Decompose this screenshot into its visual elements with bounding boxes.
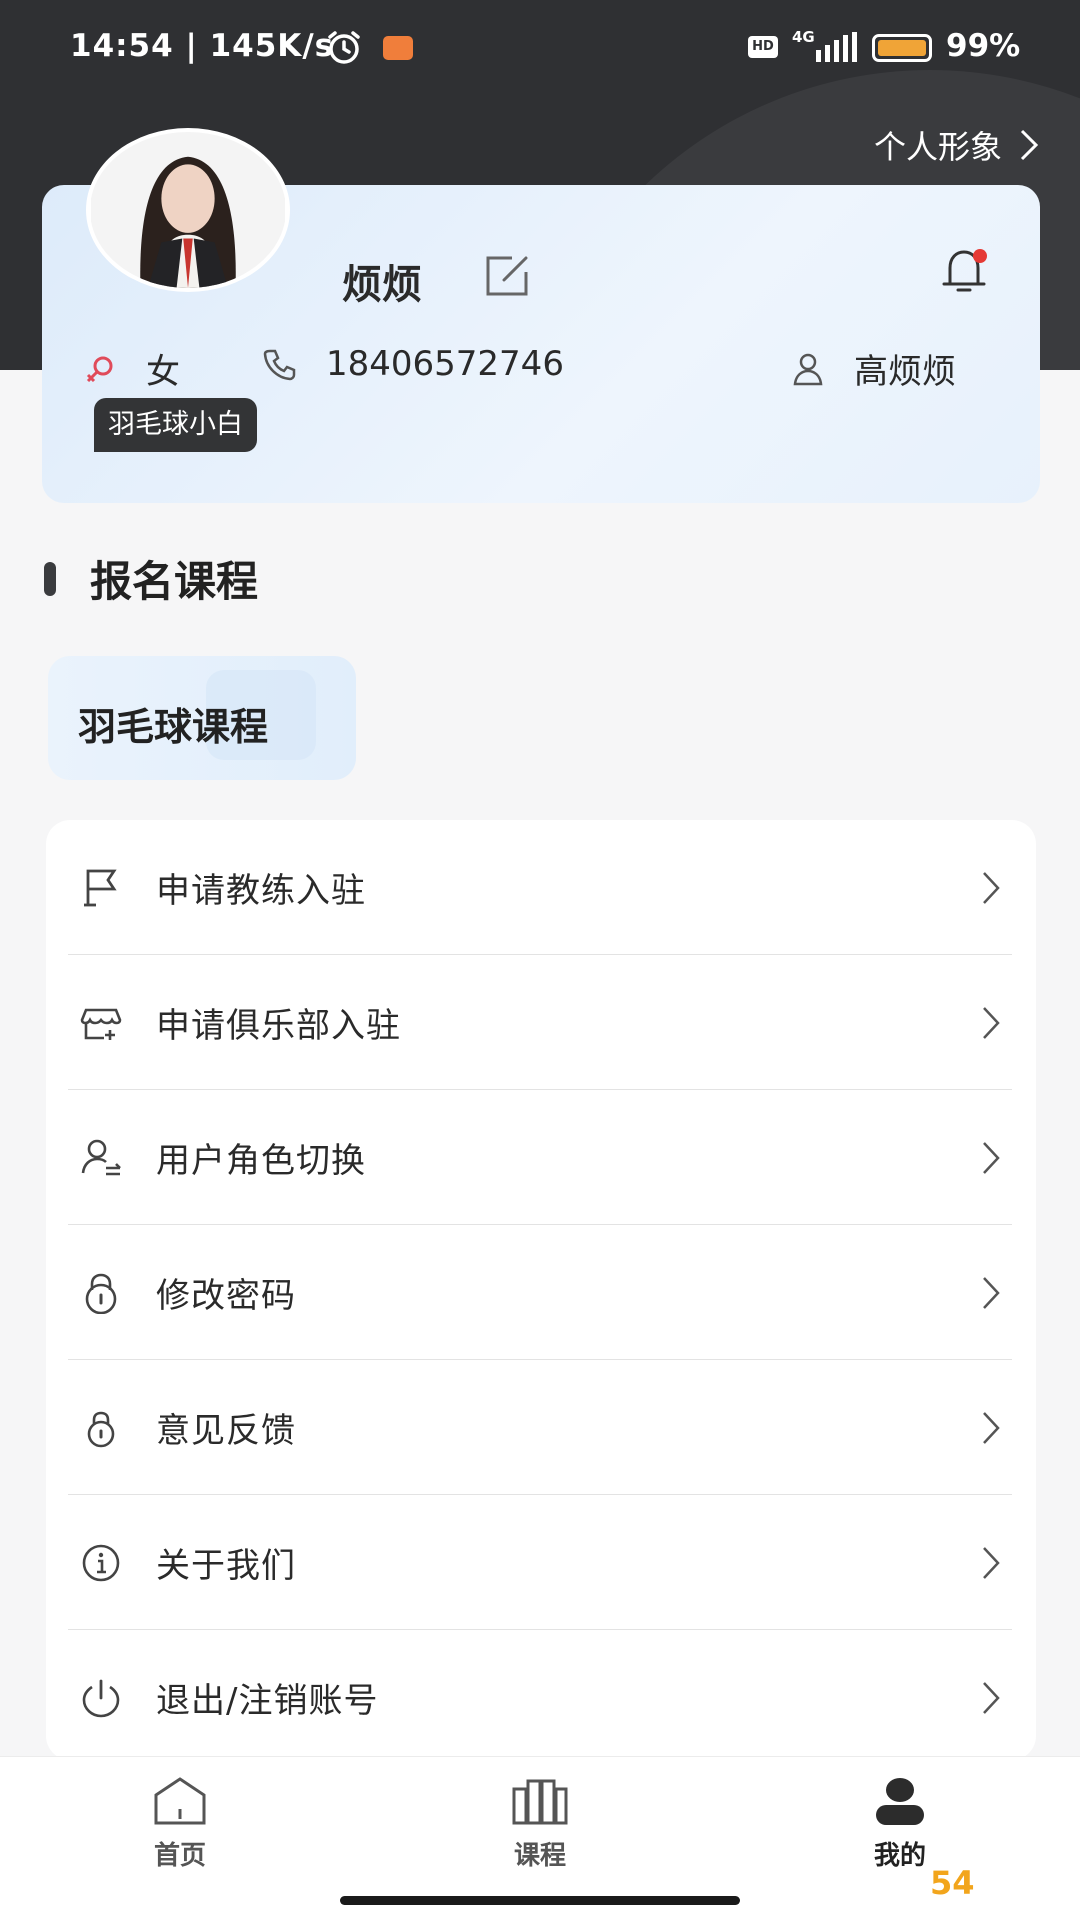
course-card-label: 羽毛球课程 [78,705,269,749]
menu-item-label: 用户角色切换 [156,1141,366,1181]
chevron-right-icon [983,1681,1000,1714]
section-heading: 报名课程 [44,548,258,609]
status-bar: 14:54 | 145K/s HD 4G 99% [0,0,1080,96]
menu-item-label: 退出/注销账号 [156,1681,379,1721]
status-time: 14:54 | 145K/s [70,28,335,64]
avatar[interactable] [86,128,290,292]
nav-item-home[interactable]: 首页 [110,1775,250,1872]
chevron-right-icon [983,1546,1000,1579]
personal-image-link[interactable]: 个人形象 [874,122,1042,168]
chevron-right-icon [983,1276,1000,1309]
feedback-icon [87,1411,115,1447]
chevron-right-icon [983,1141,1000,1174]
phone-icon [263,349,296,381]
bell-icon[interactable] [936,246,992,296]
flag-icon [84,869,117,906]
watermark-logo: 54 [930,1864,975,1902]
power-icon [82,1679,120,1717]
menu-item-label: 申请教练入驻 [156,871,366,911]
phone-info: 18406572746 [262,344,564,384]
notification-dot [973,249,987,263]
app-notification-icon [383,36,413,60]
nav-item-label: 首页 [153,1841,206,1871]
menu-card: 申请教练入驻 申请俱乐部入驻 用户角色切换 修改密码 意见反馈 关于我们 退出/… [46,820,1036,1760]
female-icon [86,356,113,382]
nav-item-mine[interactable]: 我的 [830,1775,970,1872]
battery-percent: 99% [946,28,1021,64]
menu-item-label: 申请俱乐部入驻 [156,1006,401,1046]
menu-item-coach-apply[interactable]: 申请教练入驻 [68,820,1012,955]
menu-item-label: 修改密码 [156,1276,296,1316]
nav-item-label: 我的 [873,1841,926,1871]
home-icon [154,1777,206,1825]
nav-item-label: 课程 [513,1841,566,1871]
phone-number: 18406572746 [326,344,564,384]
menu-item-change-password[interactable]: 修改密码 [68,1225,1012,1360]
section-bar [44,561,56,596]
menu-item-club-apply[interactable]: 申请俱乐部入驻 [68,955,1012,1090]
chevron-right-icon [983,1411,1000,1444]
gender-label: 女 [146,352,180,392]
gender-info: 女 [84,344,180,393]
menu-item-feedback[interactable]: 意见反馈 [68,1360,1012,1495]
section-title: 报名课程 [90,557,259,606]
menu-item-label: 意见反馈 [156,1411,296,1451]
menu-item-logout[interactable]: 退出/注销账号 [68,1630,1012,1765]
menu-item-about-us[interactable]: 关于我们 [68,1495,1012,1630]
menu-item-label: 关于我们 [156,1546,296,1586]
course-card[interactable]: 羽毛球课程 [48,656,356,780]
user-switch-icon [81,1139,121,1175]
avatar-photo [90,132,286,288]
books-icon [512,1779,568,1825]
chevron-right-icon [983,1006,1000,1039]
edit-icon[interactable] [482,254,532,298]
home-indicator [340,1896,740,1905]
menu-item-role-switch[interactable]: 用户角色切换 [68,1090,1012,1225]
store-icon [80,1008,122,1040]
hd-icon: HD [748,36,778,58]
level-tag: 羽毛球小白 [94,398,257,452]
battery-icon [872,34,932,62]
info-icon [82,1544,120,1581]
chevron-right-icon [983,871,1000,904]
signal-icon [816,32,857,62]
chevron-right-icon [1020,129,1039,161]
personal-image-label: 个人形象 [873,128,1002,166]
profile-icon [876,1778,924,1825]
real-name: 高烦烦 [854,352,956,392]
username: 烦烦 [342,262,422,308]
lock-icon [85,1273,117,1314]
real-name-info: 高烦烦 [792,344,956,393]
alarm-icon [328,31,360,64]
nav-item-courses[interactable]: 课程 [470,1775,610,1872]
person-icon [793,353,823,385]
